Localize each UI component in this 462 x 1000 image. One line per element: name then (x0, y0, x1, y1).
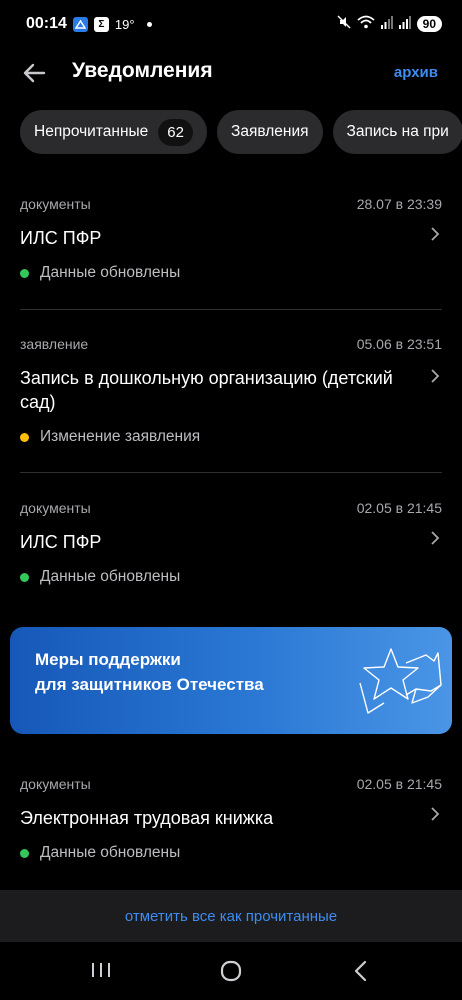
notification-status: Изменение заявления (40, 428, 201, 445)
notification-status: Данные обновлены (40, 844, 181, 861)
notification-category: документы (20, 500, 91, 516)
notification-item[interactable]: документы 02.05 в 21:45 ИЛС ПФР Данные о… (20, 500, 442, 586)
notification-title: Запись в дошкольную организацию (детский… (20, 368, 393, 412)
filter-chips: Непрочитанные 62 Заявления Запись на при (20, 110, 462, 154)
app-notification-icon (72, 16, 88, 32)
app-header: Уведомления архив (0, 48, 462, 98)
notification-date: 02.05 в 21:45 (356, 500, 442, 516)
chevron-right-icon (431, 807, 440, 821)
filter-chip-appointments[interactable]: Запись на при (332, 110, 462, 154)
bottom-action-bar: отметить все как прочитанные (0, 890, 462, 942)
mute-icon (337, 15, 351, 34)
more-notifications-dot-icon (146, 21, 152, 27)
status-dot-icon (20, 848, 29, 858)
temperature: 19° (114, 16, 135, 32)
star-flag-icon (359, 648, 442, 714)
mark-all-read-button[interactable]: отметить все как прочитанные (125, 908, 337, 925)
notification-category: документы (20, 196, 91, 212)
banner-line-2: для защитников Отечества (35, 675, 264, 694)
signal-icon-2 (398, 15, 411, 34)
notification-title: ИЛС ПФР (20, 532, 102, 552)
system-nav-bar (0, 942, 462, 1000)
back-button[interactable] (20, 60, 48, 86)
notification-date: 02.05 в 21:45 (356, 776, 442, 792)
status-time: 00:14 (26, 15, 67, 32)
unread-count-badge: 62 (158, 118, 193, 146)
divider (20, 472, 442, 473)
notification-title: ИЛС ПФР (20, 228, 102, 248)
status-dot-icon (20, 268, 29, 278)
notification-item[interactable]: документы 02.05 в 21:45 Электронная труд… (20, 776, 442, 862)
support-measures-banner[interactable]: Меры поддержки для защитников Отечества (10, 627, 452, 734)
home-icon (220, 960, 242, 982)
chip-label: Запись на при (346, 123, 449, 140)
status-bar: 00:14 Σ 19° 90 (0, 0, 462, 48)
status-dot-icon (20, 432, 29, 442)
notification-category: документы (20, 776, 91, 792)
battery-indicator: 90 (416, 16, 442, 32)
divider (20, 309, 442, 310)
notification-category: заявление (20, 336, 89, 352)
archive-link[interactable]: архив (394, 64, 438, 81)
chevron-right-icon (431, 227, 440, 241)
back-icon (354, 960, 367, 982)
chevron-right-icon (431, 369, 440, 383)
recent-apps-button[interactable] (90, 960, 112, 980)
screen: 00:14 Σ 19° 90 Уведомления архив Непрочи… (0, 0, 462, 1000)
chip-label: Непрочитанные (34, 123, 149, 140)
notification-date: 28.07 в 23:39 (356, 196, 442, 212)
notification-item[interactable]: документы 28.07 в 23:39 ИЛС ПФР Данные о… (20, 196, 442, 282)
notification-status: Данные обновлены (40, 568, 181, 585)
nav-back-button[interactable] (352, 960, 370, 982)
notification-title: Электронная трудовая книжка (20, 808, 274, 828)
chevron-right-icon (431, 531, 440, 545)
arrow-left-icon (23, 63, 46, 83)
page-title: Уведомления (72, 59, 213, 82)
notification-date: 05.06 в 23:51 (356, 336, 442, 352)
filter-chip-unread[interactable]: Непрочитанные 62 (20, 110, 207, 154)
filter-chip-applications[interactable]: Заявления (216, 110, 323, 154)
wifi-icon (357, 15, 375, 34)
recent-apps-icon (92, 963, 110, 977)
chip-label: Заявления (230, 123, 309, 140)
notification-item[interactable]: заявление 05.06 в 23:51 Запись в дошколь… (20, 336, 442, 446)
signal-icon-1 (380, 15, 393, 34)
home-button[interactable] (219, 960, 243, 982)
banner-line-1: Меры поддержки (35, 650, 181, 669)
status-dot-icon (20, 572, 29, 582)
sigma-icon: Σ (93, 16, 109, 32)
notification-status: Данные обновлены (40, 264, 181, 281)
